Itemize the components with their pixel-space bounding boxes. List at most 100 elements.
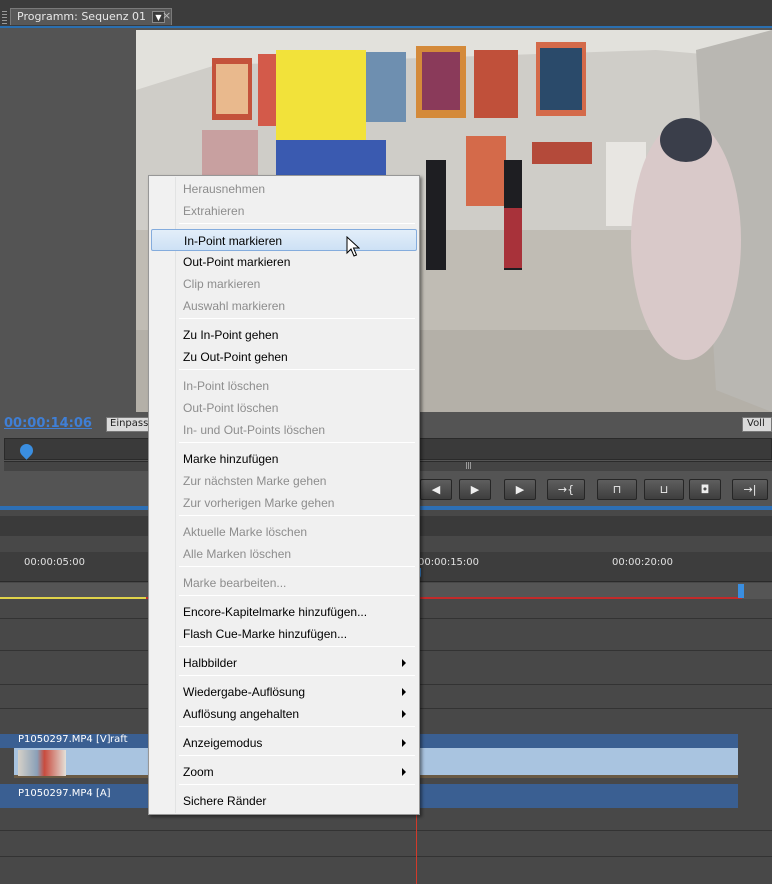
menu-item-zoom[interactable]: Zoom [151,761,417,783]
menu-item-label: In-Point löschen [183,379,270,393]
track-divider [0,856,772,857]
menu-item-label: Herausnehmen [183,182,266,196]
goto-out-button[interactable]: →| [732,479,768,500]
ruler-tick-label: 00:00:05:00 [24,557,86,568]
menu-separator [179,675,415,676]
menu-item-in-point-löschen: In-Point löschen [151,375,417,397]
video-fx-label: raft [110,734,128,745]
menu-separator [179,515,415,516]
video-clip-left-part[interactable] [0,734,14,748]
menu-separator [179,566,415,567]
step-forward-icon: ▶ [515,483,525,496]
current-timecode[interactable]: 00:00:14:06 [4,416,92,431]
menu-item-label: Zu In-Point gehen [183,328,279,342]
menu-item-label: Marke hinzufügen [183,452,279,466]
menu-item-label: Zur vorherigen Marke gehen [183,496,335,510]
menu-item-label: In- und Out-Points löschen [183,423,326,437]
menu-item-label: Sichere Ränder [183,794,267,808]
audio-clip-label: P1050297.MP4 [A] [18,788,111,799]
menu-separator [179,726,415,727]
menu-item-sichere-ränder[interactable]: Sichere Ränder [151,790,417,812]
menu-separator [179,369,415,370]
menu-item-label: In-Point markieren [184,234,283,248]
scrollbar-grip-icon[interactable] [466,462,472,469]
menu-item-out-point-löschen: Out-Point löschen [151,397,417,419]
menu-item-label: Encore-Kapitelmarke hinzufügen... [183,605,368,619]
menu-item-label: Marke bearbeiten... [183,576,287,590]
menu-item-zur-nächsten-marke-gehen: Zur nächsten Marke gehen [151,470,417,492]
menu-item-label: Halbbilder [183,656,238,670]
menu-item-marke-bearbeiten: Marke bearbeiten... [151,572,417,594]
menu-separator [179,646,415,647]
menu-item-marke-hinzufügen[interactable]: Marke hinzufügen [151,448,417,470]
lift-button[interactable]: ⊓ [597,479,637,500]
menu-item-label: Zur nächsten Marke gehen [183,474,327,488]
step-back-button[interactable]: ◀ [420,479,452,500]
menu-item-flash-cue-marke-hinzufügen[interactable]: Flash Cue-Marke hinzufügen... [151,623,417,645]
panel-grip-icon[interactable] [2,11,7,25]
work-area-end-handle[interactable] [738,584,744,598]
menu-item-wiedergabe-auflösung[interactable]: Wiedergabe-Auflösung [151,681,417,703]
render-status-yellow [0,597,146,599]
menu-item-label: Clip markieren [183,277,261,291]
chevron-right-icon [402,710,406,718]
step-forward-button[interactable]: ▶ [504,479,536,500]
menu-item-zu-in-point-gehen[interactable]: Zu In-Point gehen [151,324,417,346]
menu-separator [179,223,415,224]
shuttle-icon: →{ [557,483,575,496]
extract-button[interactable]: ⊔ [644,479,684,500]
menu-item-auflösung-angehalten[interactable]: Auflösung angehalten [151,703,417,725]
menu-item-encore-kapitelmarke-hinzufügen[interactable]: Encore-Kapitelmarke hinzufügen... [151,601,417,623]
menu-item-anzeigemodus[interactable]: Anzeigemodus [151,732,417,754]
menu-item-label: Aktuelle Marke löschen [183,525,308,539]
chevron-right-icon [402,768,406,776]
menu-item-aktuelle-marke-löschen: Aktuelle Marke löschen [151,521,417,543]
menu-item-in-und-out-points-löschen: In- und Out-Points löschen [151,419,417,441]
clip-thumbnail [18,750,66,776]
menu-separator [179,755,415,756]
lift-icon: ⊓ [612,483,622,496]
menu-item-auswahl-markieren: Auswahl markieren [151,295,417,317]
menu-item-label: Auswahl markieren [183,299,286,313]
menu-item-label: Flash Cue-Marke hinzufügen... [183,627,348,641]
menu-item-extrahieren: Extrahieren [151,200,417,222]
play-icon: ▶ [470,483,480,496]
menu-item-clip-markieren: Clip markieren [151,273,417,295]
step-back-icon: ◀ [431,483,441,496]
ruler-tick-label: 00:00:15:00 [418,557,480,568]
camera-icon: ◘ [700,483,710,496]
play-button[interactable]: ▶ [459,479,491,500]
menu-item-zu-out-point-gehen[interactable]: Zu Out-Point gehen [151,346,417,368]
chevron-right-icon [402,739,406,747]
menu-item-in-point-markieren[interactable]: In-Point markieren [151,229,417,251]
menu-item-alle-marken-löschen: Alle Marken löschen [151,543,417,565]
menu-item-halbbilder[interactable]: Halbbilder [151,652,417,674]
tab-label: Programm: Sequenz 01 [17,10,147,23]
menu-item-herausnehmen: Herausnehmen [151,178,417,200]
track-divider [0,830,772,831]
ruler-tick-label: 00:00:20:00 [612,557,674,568]
menu-item-label: Wiedergabe-Auflösung [183,685,306,699]
menu-separator [179,442,415,443]
context-menu: Herausnehmen Extrahieren In-Point markiere… [148,175,420,815]
fit-dropdown[interactable]: Einpassen [106,417,150,432]
tab-program-monitor[interactable]: Programm: Sequenz 01 ▼ [10,8,172,25]
extract-icon: ⊔ [659,483,669,496]
menu-item-label: Zu Out-Point gehen [183,350,288,364]
quality-dropdown[interactable]: Voll [742,417,772,432]
menu-item-label: Auflösung angehalten [183,707,300,721]
menu-item-out-point-markieren[interactable]: Out-Point markieren [151,251,417,273]
play-in-to-out-button[interactable]: →{ [547,479,585,500]
chevron-right-icon [402,659,406,667]
menu-separator [179,318,415,319]
audio-clip-left-part[interactable] [0,784,14,808]
export-frame-button[interactable]: ◘ [689,479,721,500]
goto-out-icon: →| [743,483,757,496]
chevron-right-icon [402,688,406,696]
menu-separator [179,784,415,785]
menu-item-label: Alle Marken löschen [183,547,292,561]
video-clip-label: P1050297.MP4 [V] [18,734,111,745]
mouse-cursor-icon [346,236,360,257]
menu-item-label: Zoom [183,765,214,779]
close-icon[interactable]: × [162,9,171,22]
